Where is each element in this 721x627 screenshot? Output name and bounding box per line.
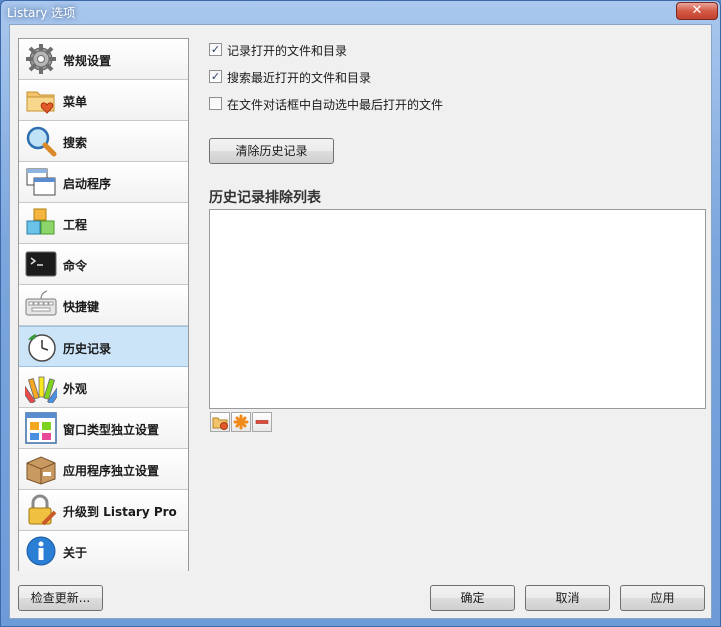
sidebar-item-app-settings[interactable]: 应用程序独立设置 [19,449,188,490]
window-title: Listary 选项 [7,6,76,20]
info-icon [26,536,56,566]
sidebar-item-project[interactable]: 工程 [19,203,188,244]
title-bar[interactable]: Listary 选项 ✕ [1,1,720,23]
add-wildcard-icon [233,414,249,430]
magnifier-icon [26,126,57,157]
cubes-icon [26,208,55,235]
exclusion-list[interactable] [209,209,706,409]
client-area: 常规设置 菜单 搜索 启动程序 工程 命令 快捷键 历史记录 外观 窗口类型独立… [9,24,712,619]
sidebar-item-label: 命令 [63,259,88,273]
options-window: Listary 选项 ✕ 常规设置 菜单 搜索 启动程序 工程 命令 快捷键 历… [0,0,721,627]
sidebar-item-launcher[interactable]: 启动程序 [19,162,188,203]
checkbox-label: 记录打开的文件和目录 [227,44,348,58]
sidebar-item-label: 窗口类型独立设置 [63,423,160,437]
sidebar-item-about[interactable]: 关于 [19,531,188,572]
record-opened-checkbox[interactable]: ✓ [209,43,222,56]
add-folder-icon [212,417,228,430]
sidebar-item-label: 搜索 [63,136,88,150]
sidebar-item-label: 快捷键 [63,300,100,314]
cancel-button[interactable]: 取消 [525,585,610,611]
add-folder-button[interactable] [210,412,230,432]
sidebar-item-label: 菜单 [63,95,88,109]
windows-stack-icon [26,168,56,196]
gear-icon [26,44,56,74]
package-box-icon [26,456,56,485]
auto-select-last-checkbox[interactable] [209,97,222,110]
search-recent-checkbox[interactable]: ✓ [209,70,222,83]
window-grid-icon [25,412,57,444]
clock-history-icon [28,334,56,362]
remove-button[interactable] [252,412,272,432]
color-palette-icon [25,376,57,403]
sidebar-item-menu[interactable]: 菜单 [19,80,188,121]
exclusion-list-title: 历史记录排除列表 [209,190,321,206]
keyboard-icon [25,290,57,316]
sidebar: 常规设置 菜单 搜索 启动程序 工程 命令 快捷键 历史记录 外观 窗口类型独立… [18,38,189,572]
sidebar-item-general[interactable]: 常规设置 [19,39,188,80]
close-button[interactable]: ✕ [676,2,718,20]
sidebar-item-hotkeys[interactable]: 快捷键 [19,285,188,326]
sidebar-item-appearance[interactable]: 外观 [19,367,188,408]
sidebar-item-label: 关于 [63,546,88,560]
sidebar-item-label: 应用程序独立设置 [63,464,160,478]
check-updates-button[interactable]: 检查更新... [18,585,103,611]
checkbox-label: 搜索最近打开的文件和目录 [227,71,372,85]
folder-heart-icon [26,91,55,114]
sidebar-item-command[interactable]: 命令 [19,244,188,285]
sidebar-item-label: 历史记录 [63,342,112,356]
terminal-icon [25,251,57,277]
sidebar-item-label: 启动程序 [63,177,112,191]
sidebar-item-label: 外观 [63,382,88,396]
lock-pen-icon [28,494,57,526]
clear-history-button[interactable]: 清除历史记录 [209,138,334,164]
add-wildcard-button[interactable] [231,412,251,432]
sidebar-item-label: 常规设置 [63,54,112,68]
sidebar-item-upgrade-pro[interactable]: 升级到 Listary Pro [19,490,188,531]
apply-button[interactable]: 应用 [620,585,705,611]
remove-icon [255,420,269,424]
sidebar-item-history[interactable]: 历史记录 [19,326,188,367]
sidebar-item-window-types[interactable]: 窗口类型独立设置 [19,408,188,449]
close-icon: ✕ [691,3,703,18]
checkbox-label: 在文件对话框中自动选中最后打开的文件 [227,98,444,112]
sidebar-item-label: 升级到 Listary Pro [63,505,177,519]
ok-button[interactable]: 确定 [430,585,515,611]
sidebar-item-label: 工程 [63,218,88,232]
sidebar-item-search[interactable]: 搜索 [19,121,188,162]
